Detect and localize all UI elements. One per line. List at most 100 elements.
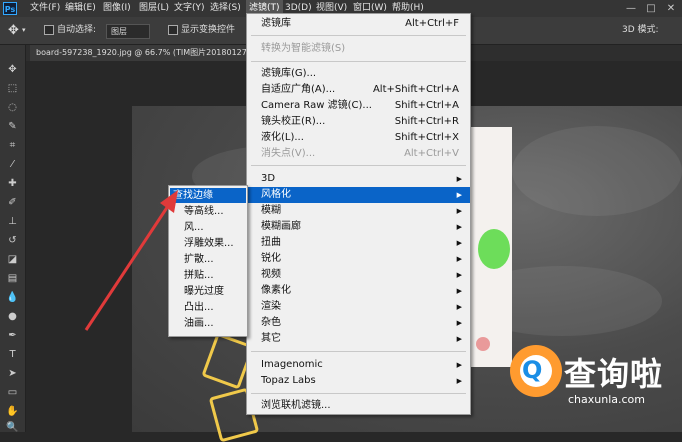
hand-tool-icon[interactable]: ✋ (5, 405, 20, 418)
watermark-logo-icon: Q (510, 345, 562, 397)
menu-file[interactable]: 文件(F) (30, 0, 60, 17)
chevron-down-icon[interactable]: ▾ (22, 17, 26, 44)
show-transform-label: 显示变换控件 (181, 25, 236, 35)
brush-tool-icon[interactable]: ✐ (5, 196, 20, 209)
menu-item-lens-correction[interactable]: 镜头校正(R)... Shift+Ctrl+R (247, 114, 470, 130)
menu-item-filter-gallery[interactable]: 滤镜库(G)... (247, 66, 470, 82)
submenu-item-tiles[interactable]: 拼贴... (170, 268, 246, 283)
menu-item-convert-smart-filter: 转换为智能滤镜(S) (261, 43, 346, 54)
submenu-arrow-icon: ▶ (456, 303, 462, 311)
document-tab[interactable]: board-597238_1920.jpg @ 66.7% (TIM图片2018… (30, 45, 269, 61)
menu-item-other[interactable]: 其它 ▶ (247, 331, 470, 347)
watermark-logo-letter: Q (522, 356, 543, 384)
submenu-item-diffuse[interactable]: 扩散... (170, 252, 246, 267)
eyedropper-tool-icon[interactable]: ⁄ (5, 158, 20, 171)
submenu-arrow-icon: ▶ (456, 319, 462, 327)
submenu-item-emboss[interactable]: 浮雕效果... (170, 236, 246, 251)
blur-tool-icon[interactable]: 💧 (5, 291, 20, 304)
dodge-tool-icon[interactable]: ● (5, 310, 20, 323)
shape-tool-icon[interactable]: ▭ (5, 386, 20, 399)
menu-item-pixelate[interactable]: 像素化 ▶ (247, 283, 470, 299)
move-tool-icon[interactable]: ✥ (5, 63, 20, 76)
menu-item-noise[interactable]: 杂色 ▶ (247, 315, 470, 331)
tools-panel: ✥ ⬚ ◌ ✎ ⌗ ⁄ ✚ ✐ ⊥ ↺ ◪ ▤ 💧 ● ✒ T ➤ ▭ ✋ 🔍 (0, 45, 26, 434)
quick-select-tool-icon[interactable]: ✎ (5, 120, 20, 133)
menu-item-topaz-labs[interactable]: Topaz Labs ▶ (247, 373, 470, 389)
minimize-icon[interactable]: — (622, 0, 640, 17)
menu-item-camera-raw[interactable]: Camera Raw 滤镜(C)... Shift+Ctrl+A (247, 98, 470, 114)
gradient-tool-icon[interactable]: ▤ (5, 272, 20, 285)
menu-separator (251, 61, 466, 62)
filter-menu: 滤镜库 Alt+Ctrl+F 转换为智能滤镜(S) 滤镜库(G)... 自适应广… (246, 13, 471, 415)
menu-select[interactable]: 选择(S) (210, 0, 241, 17)
submenu-arrow-icon: ▶ (456, 271, 462, 279)
pen-tool-icon[interactable]: ✒ (5, 329, 20, 342)
eraser-tool-icon[interactable]: ◪ (5, 253, 20, 266)
menu-item-imagenomic[interactable]: Imagenomic ▶ (247, 357, 470, 373)
menu-separator (251, 165, 466, 166)
crop-tool-icon[interactable]: ⌗ (5, 139, 20, 152)
marquee-tool-icon[interactable]: ⬚ (5, 82, 20, 95)
auto-select-dropdown[interactable]: 图层 (106, 24, 150, 39)
clone-stamp-icon[interactable]: ⊥ (5, 215, 20, 228)
submenu-arrow-icon: ▶ (456, 191, 462, 199)
submenu-arrow-icon: ▶ (456, 287, 462, 295)
submenu-item-extrude[interactable]: 凸出... (170, 300, 246, 315)
watermark-url: chaxunla.com (568, 393, 645, 406)
menu-separator (251, 393, 466, 394)
menu-item-render[interactable]: 渲染 ▶ (247, 299, 470, 315)
maximize-icon[interactable]: □ (642, 0, 660, 17)
menu-item-3d[interactable]: 3D ▶ (247, 171, 470, 187)
submenu-arrow-icon: ▶ (456, 361, 462, 369)
submenu-item-solarize[interactable]: 曝光过度 (170, 284, 246, 299)
menu-type[interactable]: 文字(Y) (174, 0, 205, 17)
healing-brush-icon[interactable]: ✚ (5, 177, 20, 190)
checkbox-icon[interactable] (44, 24, 54, 35)
menu-layer[interactable]: 图层(L) (139, 0, 169, 17)
menu-item-distort[interactable]: 扭曲 ▶ (247, 235, 470, 251)
auto-select-label: 自动选择: (57, 25, 97, 35)
submenu-arrow-icon: ▶ (456, 175, 462, 183)
menu-item-sharpen[interactable]: 锐化 ▶ (247, 251, 470, 267)
submenu-arrow-icon: ▶ (456, 335, 462, 343)
auto-select-checkbox[interactable]: 自动选择: (44, 17, 96, 44)
submenu-item-oil-paint[interactable]: 油画... (170, 316, 246, 331)
menu-edit[interactable]: 编辑(E) (65, 0, 96, 17)
pink-circle-decoration (476, 337, 490, 351)
submenu-arrow-icon: ▶ (456, 255, 462, 263)
menu-item-blur[interactable]: 模糊 ▶ (247, 203, 470, 219)
submenu-arrow-icon: ▶ (456, 223, 462, 231)
lasso-tool-icon[interactable]: ◌ (5, 101, 20, 114)
menu-item-filter-gallery-last[interactable]: 滤镜库 Alt+Ctrl+F (247, 16, 470, 32)
menu-item-liquify[interactable]: 液化(L)... Shift+Ctrl+X (247, 130, 470, 146)
menu-item-video[interactable]: 视频 ▶ (247, 267, 470, 283)
path-select-icon[interactable]: ➤ (5, 367, 20, 380)
history-brush-icon[interactable]: ↺ (5, 234, 20, 247)
submenu-arrow-icon: ▶ (456, 207, 462, 215)
submenu-item-wind[interactable]: 风... (170, 220, 246, 235)
show-transform-checkbox[interactable]: 显示变换控件 (168, 17, 235, 44)
green-circle-decoration (478, 229, 510, 269)
type-tool-icon[interactable]: T (5, 348, 20, 361)
close-icon[interactable]: ✕ (662, 0, 680, 17)
mode-3d-label: 3D 模式: (622, 25, 659, 35)
zoom-tool-icon[interactable]: 🔍 (5, 421, 20, 434)
menu-item-adaptive-wide-angle[interactable]: 自适应广角(A)... Alt+Shift+Ctrl+A (247, 82, 470, 98)
submenu-arrow-icon: ▶ (456, 239, 462, 247)
submenu-item-find-edges[interactable]: 查找边缘 (170, 188, 246, 203)
checkbox-icon[interactable] (168, 24, 178, 35)
chalk-smear (512, 126, 682, 216)
menu-separator (251, 351, 466, 352)
watermark-title: 查询啦 (564, 355, 664, 393)
menu-separator (251, 35, 466, 36)
menu-image[interactable]: 图像(I) (103, 0, 131, 17)
menu-item-blur-gallery[interactable]: 模糊画廊 ▶ (247, 219, 470, 235)
move-icon[interactable]: ✥ (8, 17, 19, 44)
submenu-arrow-icon: ▶ (456, 377, 462, 385)
menu-item-browse-filters-online[interactable]: 浏览联机滤镜... (247, 398, 470, 414)
photoshop-logo: Ps (3, 2, 17, 15)
menu-item-stylize[interactable]: 风格化 ▶ (247, 187, 470, 203)
stylize-submenu: 查找边缘 等高线... 风... 浮雕效果... 扩散... 拼贴... 曝光过… (168, 185, 248, 337)
watermark: Q 查询啦 chaxunla.com (504, 341, 680, 413)
submenu-item-contour[interactable]: 等高线... (170, 204, 246, 219)
